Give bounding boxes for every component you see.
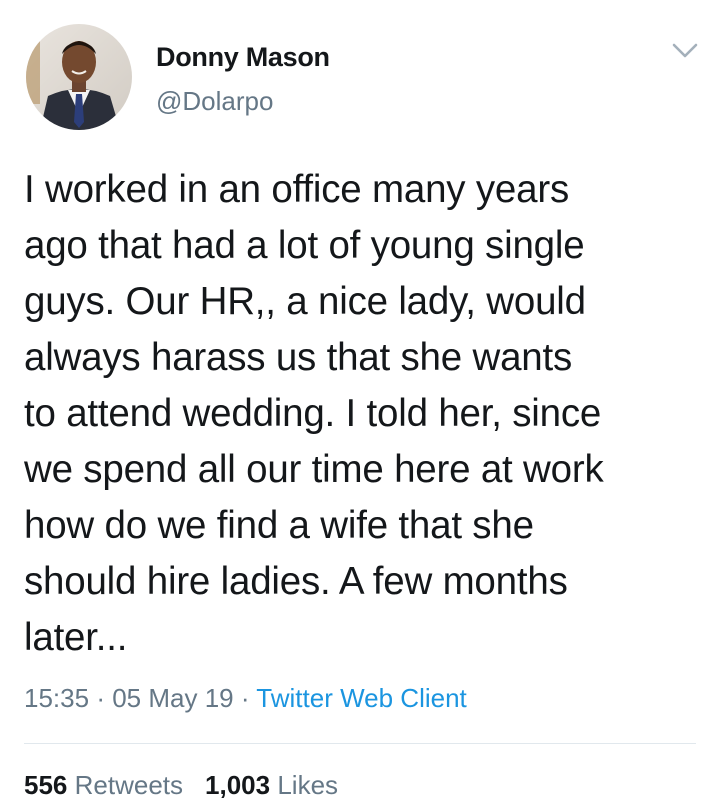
chevron-down-icon[interactable] — [670, 40, 700, 62]
divider — [24, 743, 696, 744]
meta-separator: · — [240, 683, 250, 713]
likes-label: Likes — [277, 770, 339, 800]
author-handle[interactable]: @Dolarpo — [156, 86, 273, 117]
retweets-label: Retweets — [74, 770, 184, 800]
tweet-client-link[interactable]: Twitter Web Client — [256, 683, 466, 713]
tweet-time[interactable]: 15:35 — [24, 683, 89, 713]
meta-separator: · — [96, 683, 105, 713]
avatar-image — [26, 24, 132, 130]
likes-stat[interactable]: 1,003 Likes — [205, 770, 338, 800]
likes-count: 1,003 — [205, 770, 271, 800]
tweet-meta: 15:35 · 05 May 19 · Twitter Web Client — [24, 683, 467, 714]
retweets-stat[interactable]: 556 Retweets — [24, 770, 183, 800]
author-name[interactable]: Donny Mason — [156, 42, 330, 73]
tweet-date[interactable]: 05 May 19 — [112, 683, 233, 713]
avatar[interactable] — [26, 24, 132, 130]
tweet-text: I worked in an office many years ago tha… — [24, 168, 604, 659]
tweet-stats: 556 Retweets 1,003 Likes — [24, 770, 338, 801]
retweets-count: 556 — [24, 770, 68, 800]
